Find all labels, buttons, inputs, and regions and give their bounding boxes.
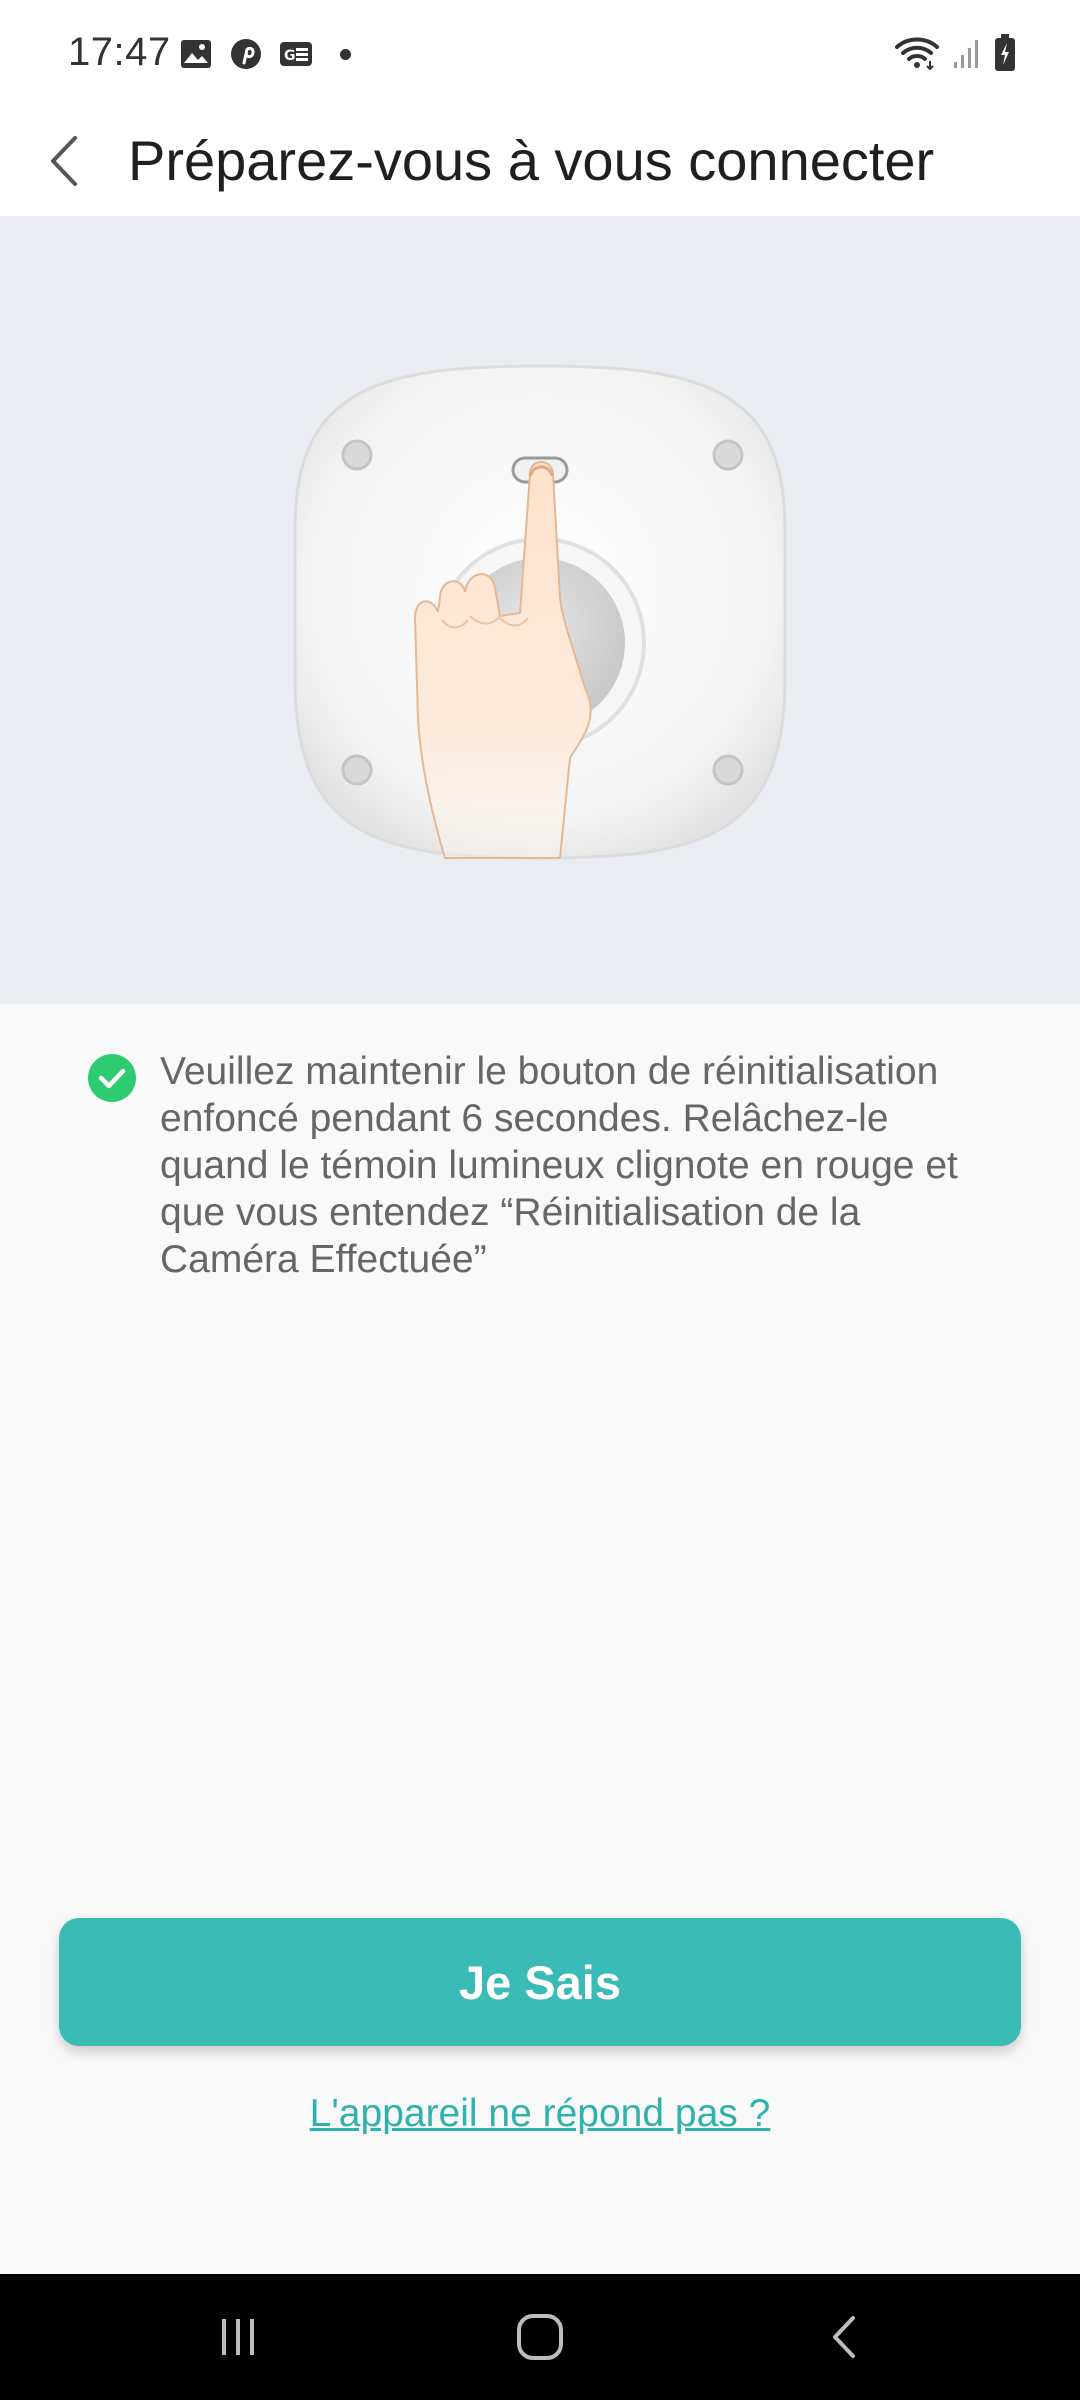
pinterest-icon (228, 36, 264, 72)
home-icon (517, 2314, 563, 2360)
app-header: Préparez-vous à vous connecter (0, 106, 1080, 218)
nav-back-button[interactable] (804, 2302, 884, 2372)
wifi-icon (894, 35, 940, 76)
check-circle-icon (88, 1054, 136, 1102)
back-button[interactable] (36, 126, 92, 196)
device-not-responding-link[interactable]: L'appareil ne répond pas ? (0, 2092, 1080, 2136)
status-system-icons (894, 34, 1016, 77)
home-button[interactable] (500, 2302, 580, 2372)
status-bar: 17:47 G (0, 0, 1080, 106)
page-title: Préparez-vous à vous connecter (128, 129, 935, 192)
back-icon (833, 2316, 855, 2358)
status-notification-icons: G (178, 36, 351, 72)
system-nav-bar (0, 2274, 1080, 2400)
camera-reset-illustration (293, 364, 787, 860)
status-time: 17:47 (68, 30, 171, 74)
more-notifications-dot (340, 48, 351, 60)
je-sais-button[interactable]: Je Sais (59, 1918, 1021, 2046)
instruction-text: Veuillez maintenir le bouton de réinitia… (160, 1050, 958, 1281)
news-icon: G (278, 36, 314, 72)
recent-apps-icon (222, 2319, 254, 2355)
signal-icon (952, 36, 982, 75)
instruction-item: Veuillez maintenir le bouton de réinitia… (88, 1048, 988, 1283)
battery-charging-icon (994, 34, 1016, 77)
chevron-left-icon (51, 136, 77, 186)
gallery-icon (178, 36, 214, 72)
recent-apps-button[interactable] (198, 2302, 278, 2372)
reset-illustration (0, 218, 1080, 1004)
svg-text:G: G (284, 48, 296, 64)
